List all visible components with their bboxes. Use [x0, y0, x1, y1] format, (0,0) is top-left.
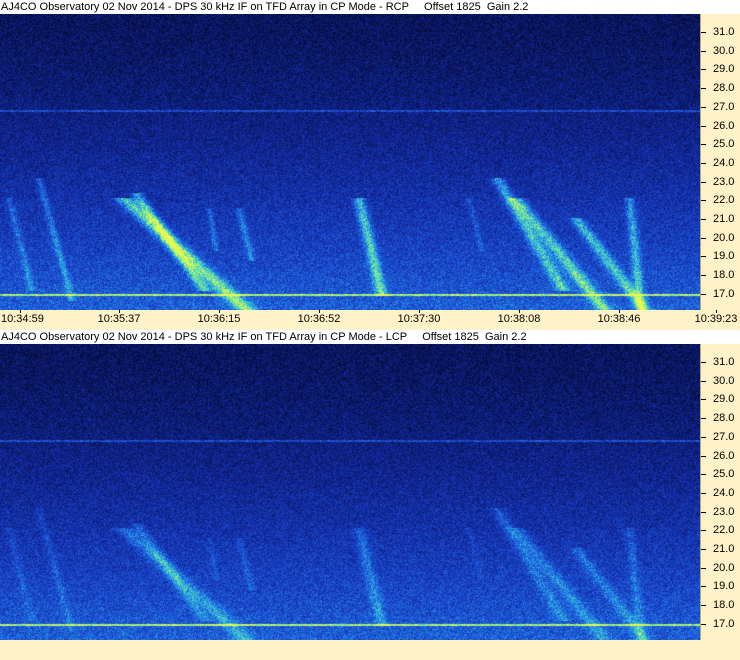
spectrogram-rcp: [0, 14, 700, 310]
frequency-axis-lcp: 31.0 30.0 29.0 28.0 27.0 26.0 25.0 24.0 23.0 22.0…: [700, 344, 740, 640]
frequency-tick: [701, 107, 706, 108]
frequency-tick: [701, 362, 706, 363]
frequency-tick: [701, 32, 706, 33]
frequency-label: 21.0: [713, 543, 735, 555]
frequency-label: 28.0: [713, 412, 735, 424]
time-label: 10:36:15: [197, 313, 241, 325]
frequency-label: 22.0: [713, 524, 735, 536]
frequency-label: 18.0: [713, 599, 735, 611]
frequency-axis-rcp: 31.0 30.0 29.0 28.0 27.0 26.0 25.0 24.0 23.0 22.0…: [700, 14, 740, 310]
frequency-tick: [701, 568, 706, 569]
frequency-tick: [701, 530, 706, 531]
frequency-tick: [701, 399, 706, 400]
panel-title-lcp: AJ4CO Observatory 02 Nov 2014 - DPS 30 k…: [0, 330, 740, 344]
frequency-label: 21.0: [713, 213, 735, 225]
frequency-tick: [701, 512, 706, 513]
frequency-label: 30.0: [713, 45, 735, 57]
frequency-label: 18.0: [713, 269, 735, 281]
frequency-tick: [701, 88, 706, 89]
frequency-label: 20.0: [713, 232, 735, 244]
frequency-label: 23.0: [713, 176, 735, 188]
frequency-tick: [701, 163, 706, 164]
frequency-label: 26.0: [713, 120, 735, 132]
frequency-label: 25.0: [713, 138, 735, 150]
frequency-label: 29.0: [713, 393, 735, 405]
frequency-label: 19.0: [713, 250, 735, 262]
frequency-label: 24.0: [713, 487, 735, 499]
time-label: 10:34:59: [1, 313, 44, 325]
frequency-tick: [701, 549, 706, 550]
frequency-label: 31.0: [713, 26, 735, 38]
time-axis-rcp: 10:34:59 10:35:37 10:36:15 10:36:52 10:37:30…: [0, 310, 740, 330]
time-label: 10:38:46: [597, 313, 641, 325]
time-label: 10:38:08: [497, 313, 541, 325]
frequency-tick: [701, 51, 706, 52]
frequency-label: 30.0: [713, 375, 735, 387]
frequency-tick: [701, 381, 706, 382]
frequency-tick: [701, 275, 706, 276]
frequency-tick: [701, 69, 706, 70]
frequency-tick: [701, 219, 706, 220]
frequency-label: 31.0: [713, 356, 735, 368]
frequency-label: 27.0: [713, 431, 735, 443]
frequency-label: 17.0: [713, 618, 735, 630]
frequency-tick: [701, 200, 706, 201]
frequency-label: 25.0: [713, 468, 735, 480]
frequency-tick: [701, 474, 706, 475]
time-label: 10:36:52: [297, 313, 341, 325]
frequency-label: 19.0: [713, 580, 735, 592]
frequency-tick: [701, 294, 706, 295]
frequency-tick: [701, 144, 706, 145]
frequency-label: 23.0: [713, 506, 735, 518]
frequency-tick: [701, 586, 706, 587]
time-label: 10:37:30: [397, 313, 441, 325]
time-label: 10:39:23: [694, 313, 738, 325]
frequency-tick: [701, 256, 706, 257]
frequency-label: 17.0: [713, 288, 735, 300]
frequency-label: 28.0: [713, 82, 735, 94]
frequency-tick: [701, 456, 706, 457]
frequency-tick: [701, 182, 706, 183]
frequency-tick: [701, 605, 706, 606]
frequency-label: 26.0: [713, 450, 735, 462]
time-axis-lcp: [0, 640, 740, 660]
frequency-tick: [701, 126, 706, 127]
frequency-label: 20.0: [713, 562, 735, 574]
time-label: 10:35:37: [97, 313, 141, 325]
spectrogram-lcp: [0, 344, 700, 640]
panel-title-rcp: AJ4CO Observatory 02 Nov 2014 - DPS 30 k…: [0, 0, 740, 14]
frequency-label: 22.0: [713, 194, 735, 206]
frequency-label: 27.0: [713, 101, 735, 113]
frequency-tick: [701, 418, 706, 419]
frequency-tick: [701, 493, 706, 494]
frequency-label: 24.0: [713, 157, 735, 169]
frequency-tick: [701, 624, 706, 625]
frequency-tick: [701, 437, 706, 438]
frequency-label: 29.0: [713, 63, 735, 75]
frequency-tick: [701, 238, 706, 239]
